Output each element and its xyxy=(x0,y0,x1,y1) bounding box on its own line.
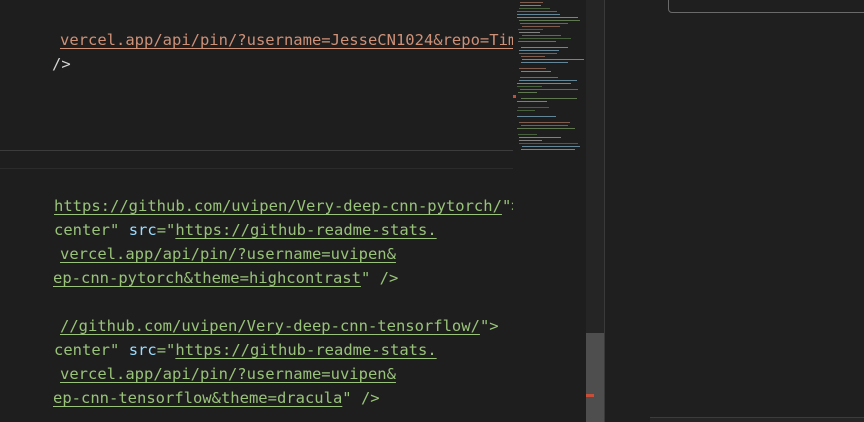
scroll-error-marker xyxy=(586,394,594,397)
minimap-line xyxy=(518,41,556,42)
minimap-line xyxy=(519,68,546,69)
minimap-line xyxy=(519,32,540,33)
minimap-line xyxy=(517,14,560,15)
panel-bottom-box xyxy=(650,417,864,422)
minimap-line xyxy=(517,17,578,18)
minimap-line xyxy=(519,53,557,54)
side-panel xyxy=(605,0,864,422)
minimap-line xyxy=(519,20,580,21)
minimap-line xyxy=(517,128,575,129)
code-line[interactable]: center" src="https://github-readme-stats… xyxy=(0,314,437,359)
string-token: "> xyxy=(479,317,499,335)
string-token: " /> xyxy=(360,269,399,287)
code-line[interactable]: ep-cnn-pytorch&theme=highcontrast" /> xyxy=(0,242,398,287)
minimap-line xyxy=(520,2,543,3)
minimap-line xyxy=(521,98,577,99)
minimap-line xyxy=(521,56,545,57)
minimap-line xyxy=(517,101,547,102)
code-editor[interactable]: vercel.app/api/pin/?username=JesseCN1024… xyxy=(0,0,513,422)
minimap-line xyxy=(519,140,542,141)
minimap-line xyxy=(519,137,561,138)
tag-close: /> xyxy=(52,55,71,73)
minimap-line xyxy=(522,26,560,27)
code-line[interactable]: https://github.com/uvipen/Very-deep-cnn-… xyxy=(0,170,513,215)
scrollbar-thumb[interactable] xyxy=(586,333,604,422)
minimap-line xyxy=(520,23,568,24)
minimap-line xyxy=(521,149,575,150)
minimap-line xyxy=(522,146,580,147)
panel-input-box[interactable] xyxy=(668,0,864,13)
minimap-line xyxy=(519,80,577,81)
minimap-line xyxy=(520,89,578,90)
minimap-line xyxy=(517,116,556,117)
minimap-line xyxy=(517,86,542,87)
minimap-line xyxy=(519,50,559,51)
code-line[interactable]: vercel.app/api/pin/?username=uvipen& xyxy=(4,218,396,263)
minimap-line xyxy=(522,59,584,60)
string-token: "> xyxy=(501,197,513,215)
section-divider xyxy=(0,168,513,169)
minimap-line xyxy=(517,11,557,12)
minimap-line xyxy=(519,8,550,9)
minimap-line xyxy=(519,143,578,144)
minimap-line xyxy=(521,125,568,126)
minimap-line xyxy=(521,47,568,48)
code-line[interactable]: center" src="https://github-readme-stats… xyxy=(0,194,437,239)
minimap[interactable] xyxy=(513,0,586,422)
minimap-line xyxy=(522,35,561,36)
code-line[interactable]: ep-cnn-tensorflow&theme=dracula" /> xyxy=(0,362,380,407)
minimap-line xyxy=(519,122,570,123)
code-line[interactable]: vercel.app/api/pin/?username=JesseCN1024… xyxy=(4,4,513,49)
section-divider xyxy=(0,150,513,151)
minimap-marker xyxy=(513,95,516,98)
minimap-line xyxy=(518,92,537,93)
url-link[interactable]: ep-cnn-tensorflow&theme=dracula xyxy=(53,389,342,407)
vertical-scrollbar[interactable] xyxy=(586,0,604,422)
minimap-line xyxy=(518,134,537,135)
minimap-line xyxy=(517,110,535,111)
url-link[interactable]: vercel.app/api/pin/?username=JesseCN1024… xyxy=(60,31,513,49)
code-line[interactable]: /> xyxy=(0,28,71,73)
url-link[interactable]: ep-cnn-pytorch&theme=highcontrast xyxy=(53,269,361,287)
editor-window: vercel.app/api/pin/?username=JesseCN1024… xyxy=(0,0,864,422)
minimap-line xyxy=(518,107,549,108)
minimap-line xyxy=(517,83,571,84)
minimap-line xyxy=(521,62,568,63)
minimap-line xyxy=(520,77,558,78)
string-token: " /> xyxy=(342,389,380,407)
minimap-line xyxy=(519,38,571,39)
code-line[interactable]: //github.com/uvipen/Very-deep-cnn-tensor… xyxy=(4,290,499,335)
minimap-line xyxy=(518,29,543,30)
minimap-line xyxy=(521,71,551,72)
code-line[interactable]: vercel.app/api/pin/?username=uvipen& xyxy=(4,338,396,383)
minimap-line xyxy=(520,5,541,6)
